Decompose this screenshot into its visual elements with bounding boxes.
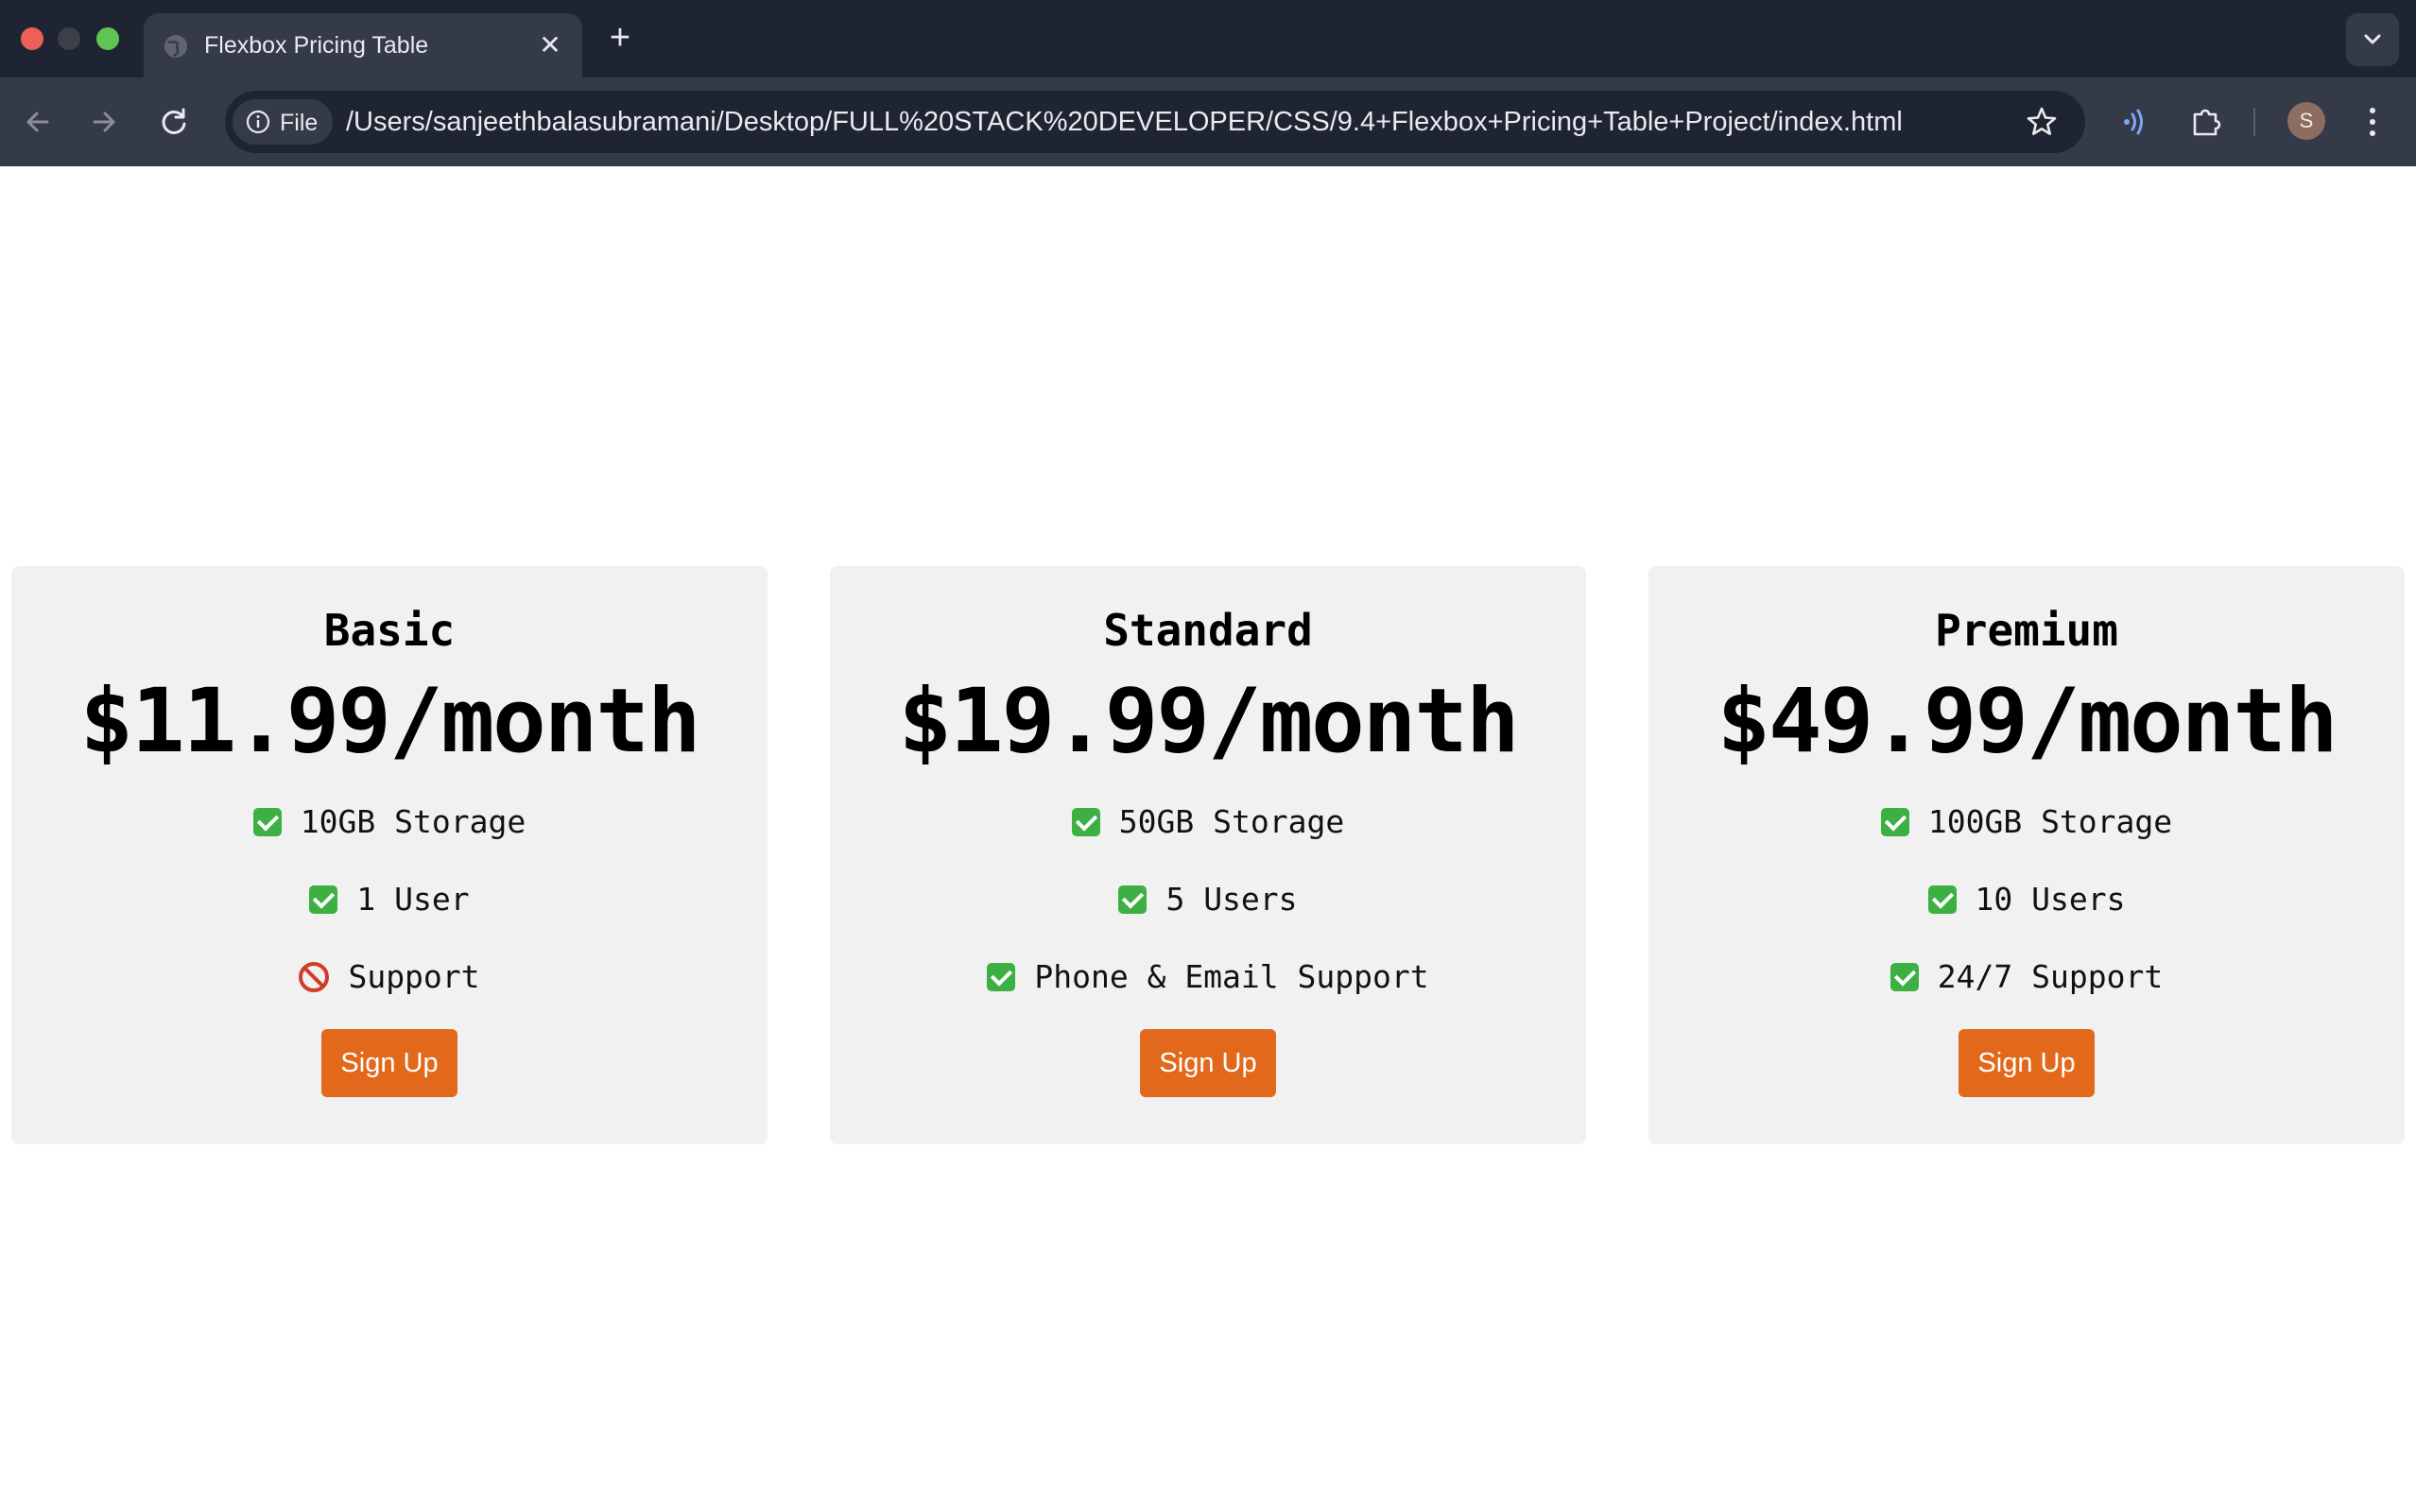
url-text: /Users/sanjeethbalasubramani/Desktop/FUL…: [346, 107, 1903, 137]
info-icon: [246, 110, 270, 134]
feature-label: 10 Users: [1975, 881, 2126, 918]
check-icon: [309, 885, 338, 914]
feature-label: 24/7 Support: [1937, 958, 2164, 995]
tab-close-icon[interactable]: ✕: [535, 30, 565, 60]
more-menu-icon[interactable]: [2357, 102, 2388, 142]
plan-name: Standard: [1103, 605, 1313, 656]
plan-price: $19.99/month: [898, 670, 1519, 773]
tab-title: Flexbox Pricing Table: [204, 32, 429, 59]
feature-label: Phone & Email Support: [1034, 958, 1429, 995]
check-icon: [1890, 963, 1919, 991]
feature-item: Support: [11, 938, 768, 1016]
feature-item: 1 User: [11, 861, 768, 938]
profile-avatar[interactable]: S: [2287, 102, 2325, 140]
page-viewport: Basic $11.99/month 10GB Storage 1 User S…: [0, 166, 2416, 1512]
check-icon: [987, 963, 1016, 991]
pricing-card-premium: Premium $49.99/month 100GB Storage 10 Us…: [1648, 566, 2405, 1144]
browser-tab[interactable]: Flexbox Pricing Table ✕: [144, 13, 582, 77]
window-minimize-button[interactable]: [58, 27, 80, 50]
reload-icon[interactable]: [155, 103, 193, 141]
plan-name: Premium: [1935, 605, 2118, 656]
pricing-table: Basic $11.99/month 10GB Storage 1 User S…: [11, 566, 2405, 1144]
new-tab-icon[interactable]: +: [601, 19, 639, 57]
feature-item: 50GB Storage: [830, 783, 1586, 861]
feature-item: 24/7 Support: [1648, 938, 2405, 1016]
browser-tab-strip: Flexbox Pricing Table ✕ +: [0, 0, 2416, 77]
media-control-icon[interactable]: [2115, 103, 2153, 141]
feature-label: Support: [348, 958, 480, 995]
sign-up-button[interactable]: Sign Up: [1140, 1029, 1276, 1097]
forward-arrow-icon[interactable]: [85, 103, 123, 141]
plan-price: $11.99/month: [79, 670, 700, 773]
feature-item: 10GB Storage: [11, 783, 768, 861]
feature-item: Phone & Email Support: [830, 938, 1586, 1016]
feature-label: 5 Users: [1165, 881, 1298, 918]
feature-label: 50GB Storage: [1118, 803, 1345, 840]
chevron-down-icon: [2364, 34, 2381, 44]
plan-price: $49.99/month: [1717, 670, 2338, 773]
check-icon: [252, 808, 282, 836]
bookmark-star-icon[interactable]: [2025, 105, 2059, 139]
browser-toolbar: File /Users/sanjeethbalasubramani/Deskto…: [0, 77, 2416, 166]
feature-list: 100GB Storage 10 Users 24/7 Support: [1648, 783, 2405, 1016]
window-close-button[interactable]: [21, 27, 43, 50]
feature-label: 100GB Storage: [1927, 803, 2173, 840]
file-chip-label: File: [280, 110, 319, 136]
address-bar[interactable]: File /Users/sanjeethbalasubramani/Deskto…: [225, 91, 2085, 153]
feature-list: 10GB Storage 1 User Support: [11, 783, 768, 1016]
extensions-puzzle-icon[interactable]: [2187, 103, 2225, 141]
feature-item: 5 Users: [830, 861, 1586, 938]
back-arrow-icon[interactable]: [19, 103, 57, 141]
pricing-card-basic: Basic $11.99/month 10GB Storage 1 User S…: [11, 566, 768, 1144]
site-info-chip[interactable]: File: [233, 99, 333, 145]
check-icon: [1880, 808, 1909, 836]
window-zoom-button[interactable]: [96, 27, 119, 50]
check-icon: [1071, 808, 1100, 836]
sign-up-button[interactable]: Sign Up: [321, 1029, 457, 1097]
check-icon: [1118, 885, 1148, 914]
plan-name: Basic: [323, 605, 456, 656]
feature-item: 10 Users: [1648, 861, 2405, 938]
globe-icon: [164, 35, 187, 58]
toolbar-divider: [2253, 108, 2255, 136]
feature-list: 50GB Storage 5 Users Phone & Email Suppo…: [830, 783, 1586, 1016]
tab-search-button[interactable]: [2346, 13, 2399, 66]
sign-up-button[interactable]: Sign Up: [1959, 1029, 2095, 1097]
feature-label: 1 User: [356, 881, 470, 918]
prohibited-icon: [299, 962, 330, 992]
check-icon: [1927, 885, 1957, 914]
feature-label: 10GB Storage: [300, 803, 526, 840]
feature-item: 100GB Storage: [1648, 783, 2405, 861]
pricing-card-standard: Standard $19.99/month 50GB Storage 5 Use…: [830, 566, 1586, 1144]
